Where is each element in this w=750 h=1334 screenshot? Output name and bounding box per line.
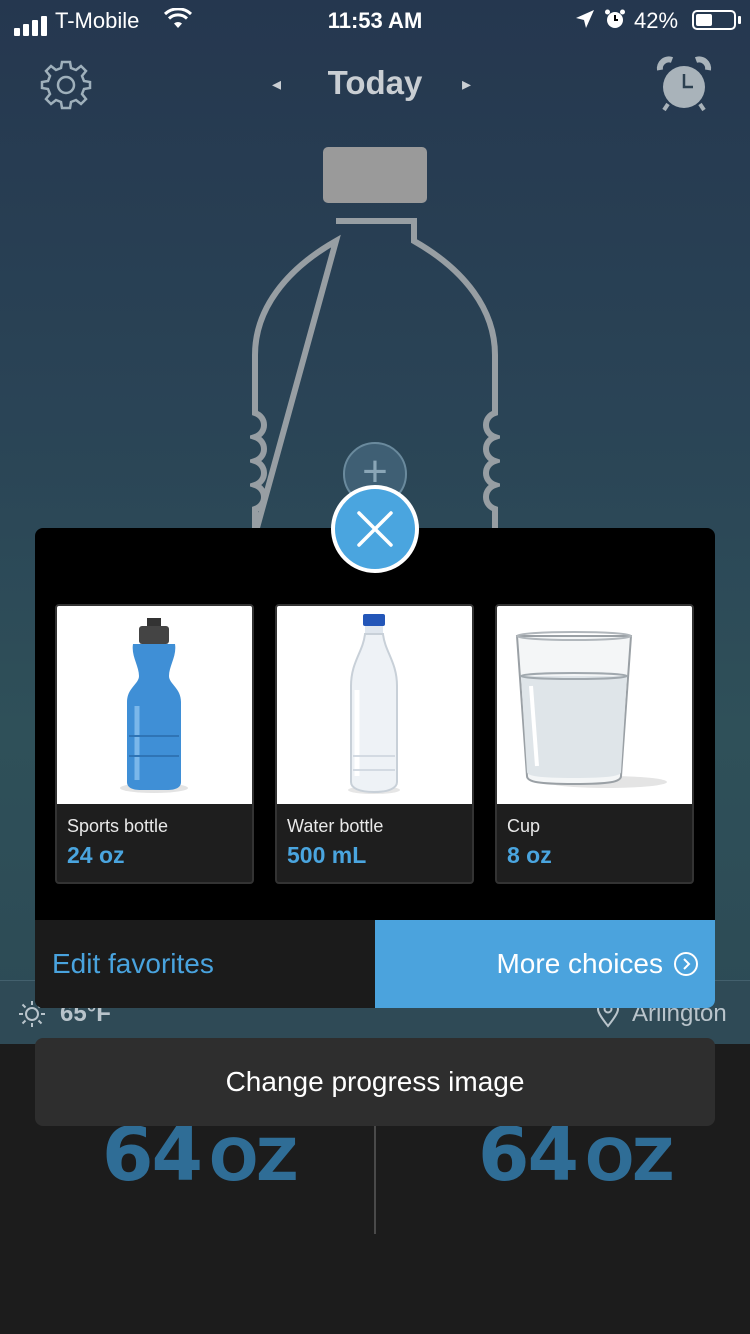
favorite-card-water-bottle[interactable]: Water bottle 500 mL xyxy=(275,604,474,884)
edit-favorites-label: Edit favorites xyxy=(52,948,214,979)
sports-bottle-image xyxy=(57,606,252,804)
battery-percentage: 42% xyxy=(634,8,679,33)
status-bar: T-Mobile 11:53 AM 42% xyxy=(0,0,750,40)
page-title: Today xyxy=(327,64,423,101)
battery-nub xyxy=(738,16,741,24)
battery-icon xyxy=(692,10,736,30)
total-right-unit: OZ xyxy=(584,1126,674,1194)
water-bottle-image xyxy=(277,606,472,804)
favorite-name: Water bottle xyxy=(287,816,384,836)
edit-favorites-button[interactable]: Edit favorites xyxy=(35,920,375,1008)
location-arrow-icon xyxy=(574,8,596,36)
alarm-status-icon xyxy=(604,8,626,36)
favorite-size: 24 oz xyxy=(67,842,125,868)
change-progress-image-button[interactable]: Change progress image xyxy=(35,1038,715,1126)
favorite-size: 8 oz xyxy=(507,842,552,868)
totals-divider xyxy=(374,1126,376,1234)
previous-day-button[interactable]: ◂ xyxy=(272,74,281,95)
favorites-dialog: Sports bottle 24 oz Water bottle 500 mL xyxy=(35,528,715,1008)
next-day-button[interactable]: ▸ xyxy=(462,74,471,95)
more-choices-label: More choices xyxy=(496,948,663,979)
change-progress-image-label: Change progress image xyxy=(225,1066,525,1097)
favorite-name: Cup xyxy=(507,816,541,836)
more-choices-button[interactable]: More choices xyxy=(375,920,715,1008)
settings-gear-icon[interactable] xyxy=(40,58,92,115)
favorite-card-sports-bottle[interactable]: Sports bottle 24 oz xyxy=(55,604,254,884)
close-icon xyxy=(357,511,393,547)
favorite-name: Sports bottle xyxy=(67,816,169,836)
chevron-right-circle-icon xyxy=(674,952,698,976)
glass-cup-image xyxy=(497,606,692,804)
total-left-unit: OZ xyxy=(208,1126,298,1194)
close-dialog-button[interactable] xyxy=(331,485,419,573)
favorite-card-cup[interactable]: Cup 8 oz xyxy=(495,604,694,884)
alarm-clock-icon[interactable] xyxy=(656,56,712,117)
favorite-size: 500 mL xyxy=(287,842,367,868)
